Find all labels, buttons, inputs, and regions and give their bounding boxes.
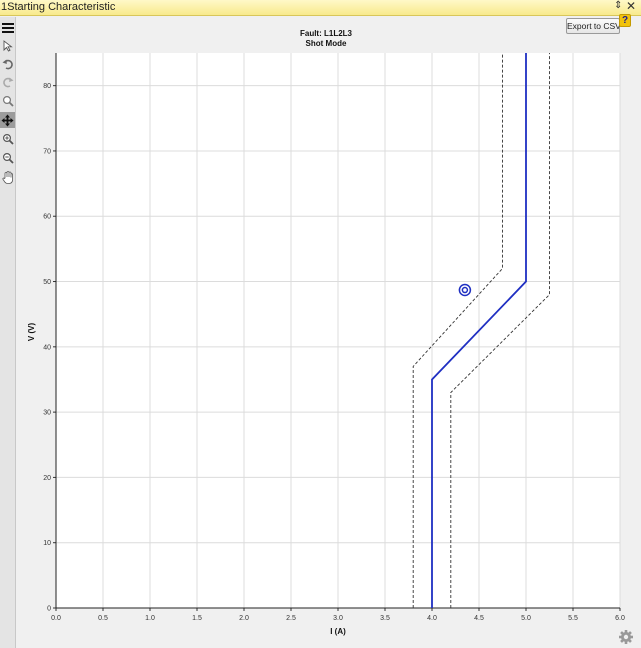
x-tick-label: 3.5 bbox=[380, 615, 390, 622]
x-tick-label: 1.0 bbox=[145, 615, 155, 622]
x-tick-label: 5.5 bbox=[568, 615, 578, 622]
y-tick-label: 60 bbox=[43, 214, 51, 221]
y-tick-label: 10 bbox=[43, 540, 51, 547]
chart-title: Fault: L1L2L3 bbox=[300, 29, 353, 38]
export-to-csv-button[interactable]: Export to CSV bbox=[566, 18, 621, 34]
chart-subtitle: Shot Mode bbox=[306, 39, 347, 48]
y-tick-label: 70 bbox=[43, 148, 51, 155]
x-tick-label: 1.5 bbox=[192, 615, 202, 622]
x-tick-label: 2.0 bbox=[239, 615, 249, 622]
x-tick-label: 5.0 bbox=[521, 615, 531, 622]
x-tick-label: 0.0 bbox=[51, 615, 61, 622]
x-tick-label: 4.0 bbox=[427, 615, 437, 622]
chart-test-points[interactable] bbox=[458, 283, 472, 297]
starting-characteristic-chart[interactable]: Fault: L1L2L3 Shot Mode 0.0 0.5 1.0 1.5 2.0 2… bbox=[0, 0, 641, 648]
y-tick-label: 30 bbox=[43, 410, 51, 417]
x-tick-label: 6.0 bbox=[615, 615, 625, 622]
x-tick-label: 3.0 bbox=[333, 615, 343, 622]
y-axis-label: V (V) bbox=[27, 323, 36, 342]
x-tick-label: 2.5 bbox=[286, 615, 296, 622]
x-tick-label: 0.5 bbox=[98, 615, 108, 622]
help-button[interactable]: ? bbox=[619, 14, 631, 27]
test-point-marker bbox=[458, 283, 472, 297]
y-tick-label: 0 bbox=[47, 606, 51, 613]
x-axis-label: I (A) bbox=[330, 627, 346, 636]
y-tick-label: 40 bbox=[43, 344, 51, 351]
settings-gear-icon[interactable] bbox=[618, 629, 634, 645]
y-tick-label: 20 bbox=[43, 475, 51, 482]
x-tick-label: 4.5 bbox=[474, 615, 484, 622]
y-tick-label: 80 bbox=[43, 83, 51, 90]
y-tick-label: 50 bbox=[43, 279, 51, 286]
